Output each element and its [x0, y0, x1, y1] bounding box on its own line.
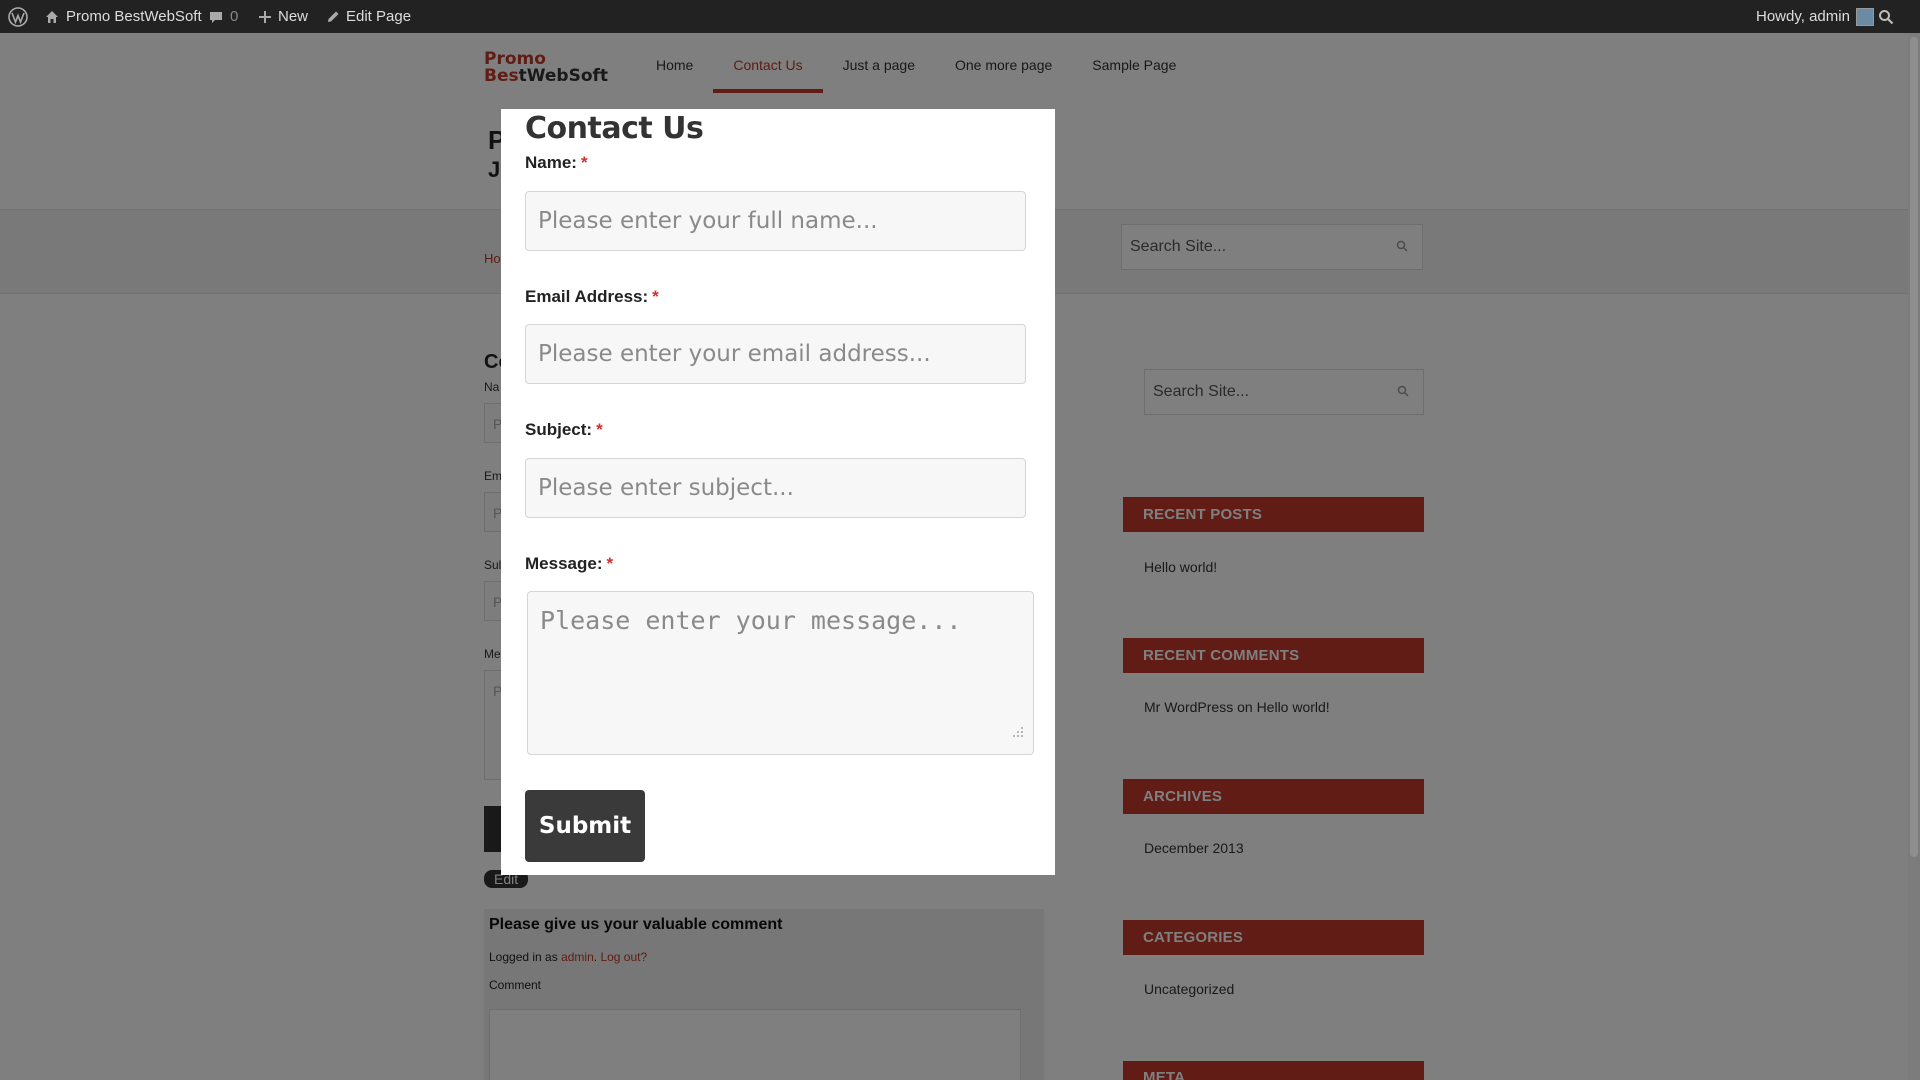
admin-bar: Promo BestWebSoft 0 New Edit Page Howdy,… — [0, 0, 1920, 33]
name-input[interactable] — [525, 191, 1026, 251]
admin-bar-comments[interactable]: 0 — [208, 0, 238, 33]
scrollbar-thumb[interactable] — [1910, 37, 1918, 857]
required-marker: * — [596, 420, 603, 439]
comments-count: 0 — [230, 8, 239, 25]
comment-icon — [210, 11, 222, 23]
home-icon — [46, 10, 58, 23]
new-label: New — [278, 8, 309, 25]
avatar — [1855, 7, 1874, 26]
message-label: Message: * — [525, 554, 613, 574]
message-textarea[interactable] — [527, 591, 1034, 755]
admin-bar-search-icon[interactable] — [1878, 0, 1894, 33]
subject-label-text: Subject: — [525, 420, 593, 439]
email-label: Email Address: * — [525, 287, 659, 307]
email-input[interactable] — [525, 324, 1026, 384]
subject-input[interactable] — [525, 458, 1026, 518]
admin-bar-account[interactable]: Howdy, admin — [1756, 0, 1874, 33]
submit-button[interactable]: Submit — [525, 790, 645, 862]
admin-bar-new[interactable]: New — [258, 0, 308, 33]
name-label: Name: * — [525, 153, 588, 173]
pencil-icon — [328, 11, 339, 22]
greeting: Howdy, admin — [1756, 8, 1850, 25]
subject-label: Subject: * — [525, 420, 603, 440]
admin-bar-site[interactable]: Promo BestWebSoft — [44, 0, 202, 33]
admin-bar-edit-page[interactable]: Edit Page — [326, 0, 411, 33]
name-label-text: Name: — [525, 153, 577, 172]
page-scrollbar[interactable] — [1908, 33, 1920, 1080]
message-label-text: Message: — [525, 554, 603, 573]
edit-page-label: Edit Page — [346, 8, 412, 25]
site-name: Promo BestWebSoft — [66, 8, 202, 25]
required-marker: * — [606, 554, 614, 573]
required-marker: * — [580, 153, 588, 172]
required-marker: * — [652, 287, 659, 306]
plus-icon — [259, 10, 271, 23]
resize-grip-icon[interactable] — [1010, 724, 1024, 738]
modal-title: Contact Us — [525, 111, 704, 146]
wordpress-logo-icon[interactable] — [8, 0, 28, 33]
email-label-text: Email Address: — [525, 287, 649, 306]
contact-modal: Contact Us Name:* Email Address:* Subjec… — [501, 109, 1055, 875]
